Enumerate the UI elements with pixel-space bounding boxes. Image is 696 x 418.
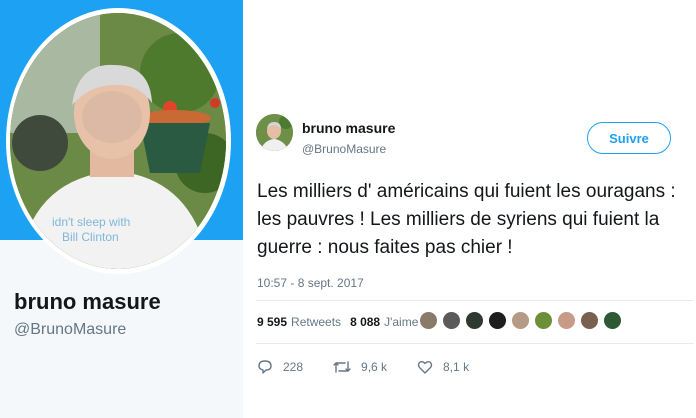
liker-avatar[interactable] [511,311,530,330]
liker-avatar[interactable] [465,311,484,330]
retweet-count: 9,6 k [361,360,388,374]
profile-handle: @BrunoMasure [14,321,127,338]
reply-button[interactable]: 228 [257,359,303,375]
tweet-author-handle[interactable]: @BrunoMasure [302,142,386,156]
tweet-text: Les milliers d' américains qui fuient le… [257,181,676,258]
tweet-author-name[interactable]: bruno masure [302,120,395,136]
liker-avatar[interactable] [603,311,622,330]
like-button[interactable]: 8,1 k [417,359,469,375]
like-count: 8,1 k [443,360,470,374]
retweet-icon [333,361,351,373]
liker-avatar[interactable] [534,311,553,330]
reply-count: 228 [283,360,304,374]
svg-text:Bill Clinton: Bill Clinton [62,230,119,244]
follow-button[interactable]: Suivre [587,122,671,154]
divider [256,300,694,301]
tweet-author-avatar-image [256,114,293,151]
liker-avatars [419,311,622,330]
tweet-stats: 9 595 Retweets 8 088 J'aime [257,315,418,329]
reply-icon [258,360,272,374]
profile-avatar-image: idn't sleep with Bill Clinton [10,13,226,269]
liker-avatar[interactable] [580,311,599,330]
divider [256,343,694,344]
liker-avatar[interactable] [419,311,438,330]
tweet-card: bruno masure @BrunoMasure Suivre Les mil… [243,102,696,418]
likes-count[interactable]: 8 088 [350,315,380,329]
heart-icon [417,361,433,374]
screenshot-root: idn't sleep with Bill Clinton bruno masu… [0,0,696,418]
retweet-button[interactable]: 9,6 k [333,359,387,375]
liker-avatar[interactable] [442,311,461,330]
retweets-count[interactable]: 9 595 [257,315,287,329]
liker-avatar[interactable] [557,311,576,330]
tweet-actions: 228 9,6 k 8,1 k [257,359,499,375]
tweet-timestamp[interactable]: 10:57 - 8 sept. 2017 [257,276,364,290]
profile-avatar[interactable]: idn't sleep with Bill Clinton [10,13,226,269]
profile-name: bruno masure [14,289,161,314]
tweet-author-avatar[interactable] [256,114,293,151]
liker-avatar[interactable] [488,311,507,330]
svg-text:idn't sleep with: idn't sleep with [52,215,130,229]
profile-panel: idn't sleep with Bill Clinton bruno masu… [0,0,243,418]
retweets-label[interactable]: Retweets [291,315,341,329]
likes-label[interactable]: J'aime [384,315,418,329]
